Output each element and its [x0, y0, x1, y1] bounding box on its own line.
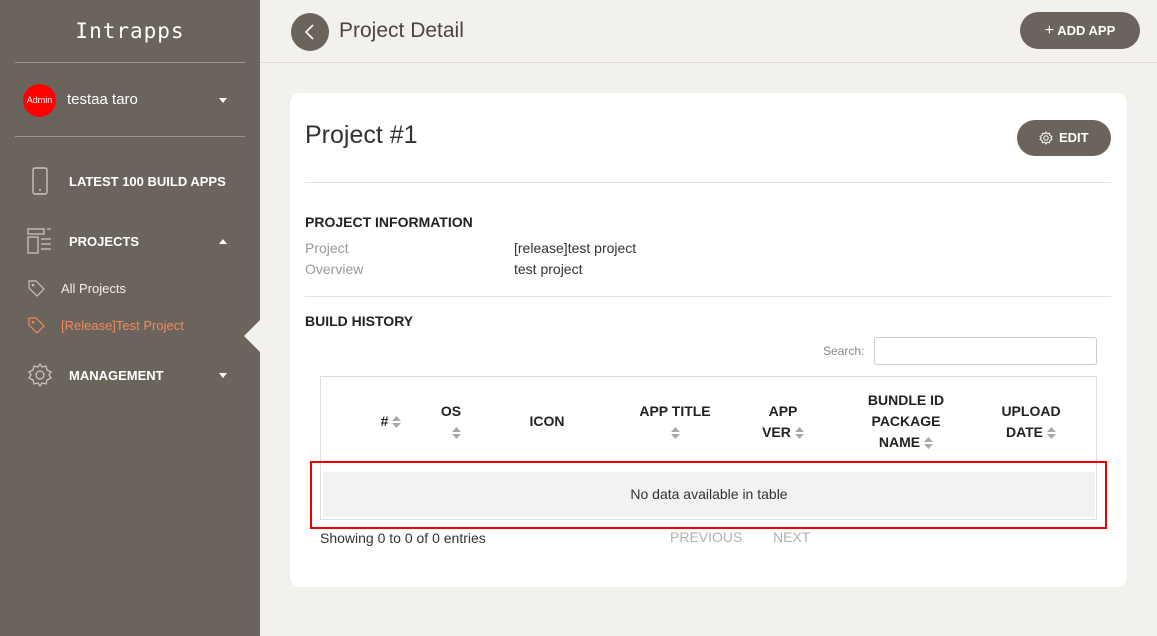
sort-icon	[451, 427, 461, 440]
column-label: DATE	[1005, 424, 1044, 440]
edit-button[interactable]: EDIT	[1017, 120, 1111, 156]
search-label: Search:	[823, 344, 865, 358]
column-label: ICON	[529, 413, 565, 429]
add-app-label: ADD APP	[1057, 23, 1116, 38]
sidebar: Intrapps Admin testaa taro LATEST 100 BU…	[0, 0, 260, 636]
back-button[interactable]	[291, 13, 329, 51]
nav-latest-builds[interactable]: LATEST 100 BUILD APPS	[0, 161, 260, 201]
user-name: testaa taro	[67, 91, 138, 108]
info-key-project: Project	[305, 240, 349, 256]
chevron-down-icon	[219, 373, 227, 378]
sort-icon	[794, 427, 804, 440]
tag-icon	[28, 317, 45, 334]
page-header: Project Detail + ADD APP	[260, 0, 1157, 63]
column-label: APP	[768, 403, 798, 419]
project-card: Project #1 EDIT PROJECT INFORMATION Proj…	[290, 93, 1127, 587]
sort-icon	[1047, 427, 1057, 440]
edit-label: EDIT	[1059, 130, 1089, 145]
phone-icon	[32, 167, 48, 195]
user-menu[interactable]: Admin testaa taro	[15, 63, 245, 137]
column-header-app-ver[interactable]: APP VER	[753, 401, 813, 443]
page-title: Project Detail	[339, 19, 464, 42]
info-value-project: [release]test project	[514, 240, 637, 256]
info-value-overview: test project	[514, 261, 583, 277]
plus-icon: +	[1044, 22, 1055, 39]
info-key-overview: Overview	[305, 261, 364, 277]
column-header-app-title[interactable]: APP TITLE	[625, 401, 725, 443]
sidebar-item-label: [Release]Test Project	[61, 318, 184, 333]
column-label: NAME	[878, 434, 921, 450]
nav-management-label: MANAGEMENT	[69, 368, 164, 383]
divider	[305, 182, 1111, 183]
sidebar-item-release-test-project[interactable]: [Release]Test Project	[0, 311, 260, 339]
avatar: Admin	[23, 84, 56, 117]
project-title: Project #1	[305, 121, 418, 149]
search-input[interactable]	[874, 337, 1097, 365]
gear-icon	[28, 362, 52, 388]
app-brand[interactable]: Intrapps	[15, 0, 245, 63]
build-history-heading: BUILD HISTORY	[305, 313, 414, 329]
active-indicator	[244, 320, 260, 352]
nav-projects-label: PROJECTS	[69, 234, 140, 249]
list-icon	[27, 228, 51, 254]
previous-button[interactable]: PREVIOUS	[670, 529, 742, 545]
add-app-button[interactable]: + ADD APP	[1020, 12, 1140, 49]
chevron-left-icon	[304, 24, 314, 40]
column-header-os[interactable]: OS	[431, 401, 471, 443]
chevron-up-icon	[219, 239, 227, 244]
project-information-heading: PROJECT INFORMATION	[305, 214, 473, 230]
nav-management[interactable]: MANAGEMENT	[0, 355, 260, 395]
column-label: VER	[762, 424, 791, 440]
table-info: Showing 0 to 0 of 0 entries	[320, 530, 486, 546]
column-label: APP TITLE	[639, 403, 711, 419]
sort-icon	[670, 427, 680, 440]
sidebar-item-all-projects[interactable]: All Projects	[0, 274, 260, 302]
sort-icon	[392, 416, 402, 429]
column-header-upload-date[interactable]: UPLOAD DATE	[991, 401, 1071, 443]
nav-projects[interactable]: PROJECTS	[0, 221, 260, 261]
gear-icon	[1039, 131, 1053, 145]
column-label: UPLOAD	[1001, 403, 1061, 419]
column-header-number[interactable]: #	[371, 411, 411, 432]
highlight-box	[310, 461, 1107, 529]
next-button[interactable]: NEXT	[773, 529, 810, 545]
column-header-bundle-id[interactable]: BUNDLE ID PACKAGE NAME	[851, 390, 961, 453]
column-label: PACKAGE	[871, 413, 941, 429]
column-label: BUNDLE ID	[867, 392, 945, 408]
nav-latest-builds-label: LATEST 100 BUILD APPS	[69, 174, 226, 189]
divider	[305, 296, 1111, 297]
column-label: #	[380, 413, 389, 429]
column-header-icon: ICON	[517, 411, 577, 432]
column-label: OS	[440, 403, 462, 419]
sort-icon	[924, 437, 934, 450]
sidebar-item-label: All Projects	[61, 281, 127, 296]
tag-icon	[28, 280, 45, 297]
chevron-down-icon	[219, 98, 227, 103]
